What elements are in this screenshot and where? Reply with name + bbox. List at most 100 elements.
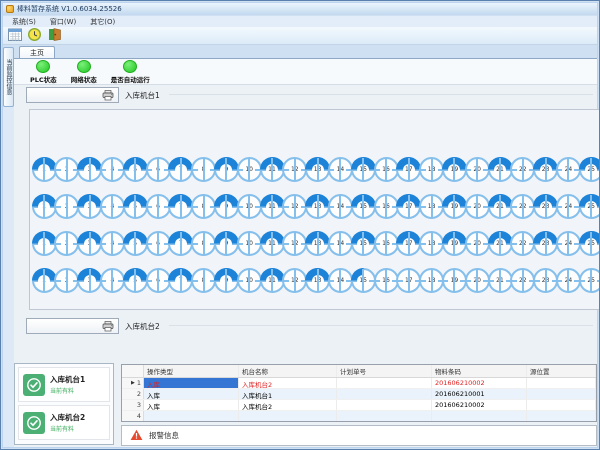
slot-circle: 18 xyxy=(419,268,444,293)
slot-circle: 19 xyxy=(442,268,467,293)
slot-circle: 23 xyxy=(533,194,558,219)
window-title: 棒料暂存系统 V1.0.6034.25526 xyxy=(17,4,122,14)
slot-circle: 10 xyxy=(237,194,262,219)
table-cell[interactable] xyxy=(527,378,596,388)
slot-circle: 17 xyxy=(396,157,421,182)
slot-circle: 21 xyxy=(488,231,513,256)
slot-circle: 19 xyxy=(442,231,467,256)
table-cell[interactable] xyxy=(337,389,432,399)
table-cell[interactable]: 入库 xyxy=(144,400,239,410)
clock-icon xyxy=(28,26,41,45)
table-cell[interactable]: 201606210002 xyxy=(432,400,527,410)
slot-circle: 12 xyxy=(282,231,307,256)
slot-circle: 24 xyxy=(556,231,581,256)
side-panel-tab[interactable]: 当前监控信息 xyxy=(3,47,14,107)
table-cell[interactable]: 入库机台2 xyxy=(239,378,337,388)
machine2-card: 入库机台2 当前有料 xyxy=(18,405,110,440)
table-cell[interactable]: 201606210001 xyxy=(432,389,527,399)
table-cell[interactable]: 入库机台1 xyxy=(239,389,337,399)
app-icon xyxy=(6,5,14,13)
slot-grid: 1234567891011121314151617181920212223242… xyxy=(29,109,599,310)
slot-circle: 22 xyxy=(510,268,535,293)
slot-circle: 20 xyxy=(465,194,490,219)
slot-circle: 15 xyxy=(351,268,376,293)
clock-button[interactable] xyxy=(26,28,43,44)
machine1-print-button[interactable] xyxy=(26,87,119,103)
slot-circle: 15 xyxy=(351,157,376,182)
slot-circle: 23 xyxy=(533,231,558,256)
slot-circle: 1 xyxy=(32,231,57,256)
status-plc: PLC状态 xyxy=(30,59,57,84)
slot-circle: 21 xyxy=(488,157,513,182)
table-row[interactable]: 2入库入库机台1201606210001 xyxy=(122,389,596,400)
column-header[interactable]: 源位置 xyxy=(527,365,596,377)
check-icon xyxy=(23,412,45,434)
slot-circle: 16 xyxy=(374,231,399,256)
slot-circle: 22 xyxy=(510,157,535,182)
table-row[interactable]: 4 xyxy=(122,411,596,422)
slot-circle: 8 xyxy=(191,194,216,219)
slot-circle: 20 xyxy=(465,268,490,293)
calendar-button[interactable] xyxy=(6,28,23,44)
table-cell[interactable] xyxy=(144,411,239,421)
column-header[interactable]: 操作类型 xyxy=(144,365,239,377)
column-header[interactable]: 计划单号 xyxy=(337,365,432,377)
menu-bar: 系统(S) 窗口(W) 其它(O) xyxy=(3,16,597,27)
slot-circle: 24 xyxy=(556,268,581,293)
slot-circle: 24 xyxy=(556,194,581,219)
table-cell[interactable]: 入库机台2 xyxy=(239,400,337,410)
table-cell[interactable] xyxy=(527,389,596,399)
slot-circle: 4 xyxy=(100,268,125,293)
side-strip xyxy=(3,59,14,447)
menu-other[interactable]: 其它(O) xyxy=(85,16,120,28)
table-cell[interactable] xyxy=(337,411,432,421)
table-cell[interactable] xyxy=(337,400,432,410)
slot-circle: 7 xyxy=(168,268,193,293)
slot-circle: 12 xyxy=(282,157,307,182)
machine1-card-status: 当前有料 xyxy=(50,386,85,395)
machine1-title: 入库机台1 xyxy=(125,90,160,101)
slot-circle: 13 xyxy=(305,157,330,182)
table-cell[interactable]: 201606210002 xyxy=(432,378,527,388)
table-cell[interactable] xyxy=(527,411,596,421)
machine2-print-button[interactable] xyxy=(26,318,119,334)
table-cell[interactable] xyxy=(527,400,596,410)
column-header[interactable]: 物料条码 xyxy=(432,365,527,377)
exit-icon xyxy=(48,26,62,45)
table-row[interactable]: ▶1入库入库机台2201606210002 xyxy=(122,378,596,389)
slot-circle: 15 xyxy=(351,194,376,219)
table-cell[interactable]: 入库 xyxy=(144,378,239,388)
table-cell[interactable] xyxy=(337,378,432,388)
table-cell[interactable] xyxy=(432,411,527,421)
slot-circle: 21 xyxy=(488,268,513,293)
network-status-lamp xyxy=(77,60,91,73)
slot-circle: 11 xyxy=(260,231,285,256)
printer-icon xyxy=(102,317,114,336)
slot-circle: 7 xyxy=(168,194,193,219)
slot-circle: 19 xyxy=(442,157,467,182)
slot-circle: 6 xyxy=(146,194,171,219)
slot-circle: 22 xyxy=(510,231,535,256)
auto-run-status-lamp xyxy=(123,60,137,73)
slot-circle: 3 xyxy=(77,194,102,219)
table-cell[interactable] xyxy=(239,411,337,421)
exit-button[interactable] xyxy=(46,28,63,44)
status-bar: PLC状态 网络状态 是否自动运行 xyxy=(14,59,597,85)
plc-status-lamp xyxy=(36,60,50,73)
slot-circle: 13 xyxy=(305,194,330,219)
slot-circle: 12 xyxy=(282,194,307,219)
tool-bar xyxy=(3,27,597,45)
slot-circle: 14 xyxy=(328,231,353,256)
table-row[interactable]: 3入库入库机台2201606210002 xyxy=(122,400,596,411)
table-cell[interactable]: 入库 xyxy=(144,389,239,399)
slot-circle: 11 xyxy=(260,194,285,219)
column-header[interactable]: 机台名称 xyxy=(239,365,337,377)
slot-circle: 23 xyxy=(533,157,558,182)
side-panel-tab-label: 当前监控信息 xyxy=(4,59,13,95)
slot-circle: 22 xyxy=(510,194,535,219)
machine1-card-title: 入库机台1 xyxy=(50,374,85,385)
slot-circle: 4 xyxy=(100,194,125,219)
slot-circle: 5 xyxy=(123,157,148,182)
alarm-bar: 报警信息 xyxy=(121,425,597,446)
slot-circle: 6 xyxy=(146,231,171,256)
